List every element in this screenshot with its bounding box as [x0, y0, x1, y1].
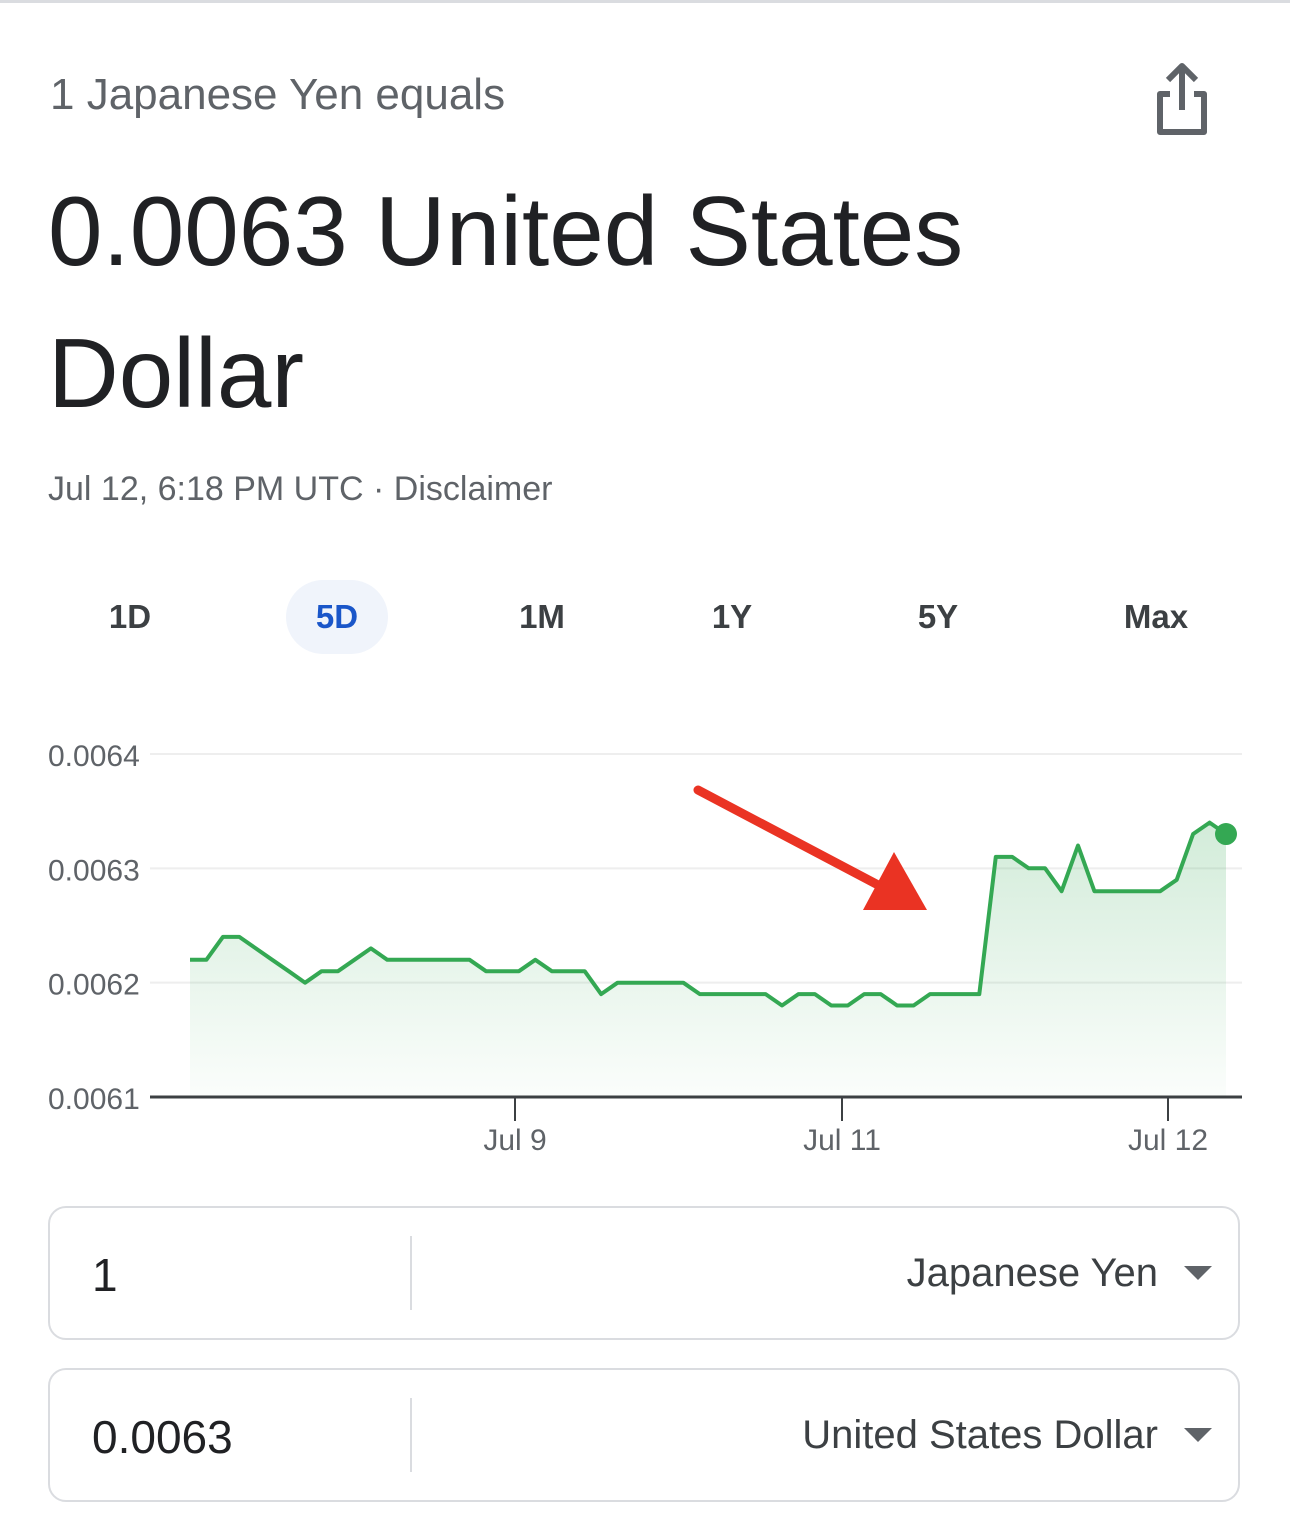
chevron-down-icon[interactable]: [1184, 1266, 1212, 1280]
range-tabs: 1D 5D 1M 1Y 5Y Max: [40, 580, 1250, 654]
to-currency-select[interactable]: United States Dollar: [802, 1370, 1158, 1500]
tab-5d[interactable]: 5D: [286, 580, 388, 654]
tab-1y[interactable]: 1Y: [672, 580, 792, 654]
x-tick-label: Jul 11: [803, 1124, 881, 1157]
x-tick-label: Jul 9: [483, 1124, 546, 1157]
y-tick-label: 0.0064: [48, 740, 140, 773]
converter-from-row: 1 Japanese Yen: [48, 1206, 1240, 1340]
current-value-dot: [1215, 823, 1237, 846]
top-divider: [0, 0, 1290, 3]
field-divider: [410, 1236, 412, 1310]
exchange-rate-chart[interactable]: 0.0064 0.0063 0.0062 0.0061 Jul 9 Jul 11 Jul 1…: [0, 720, 1290, 1180]
y-tick-label: 0.0062: [48, 969, 140, 1002]
to-amount-input[interactable]: 0.0063: [92, 1370, 233, 1500]
tab-1d[interactable]: 1D: [70, 580, 190, 654]
x-tick-label: Jul 12: [1128, 1124, 1208, 1157]
separator-dot: ·: [363, 470, 394, 508]
tab-5y[interactable]: 5Y: [878, 580, 998, 654]
conversion-result: 0.0063 United States Dollar: [48, 176, 964, 428]
share-icon: [1157, 63, 1207, 135]
from-currency-select[interactable]: Japanese Yen: [907, 1208, 1158, 1338]
annotation-arrow-shaft: [693, 785, 885, 891]
disclaimer-link[interactable]: Disclaimer: [394, 470, 553, 508]
timestamp-line: Jul 12, 6:18 PM UTC · Disclaimer: [48, 470, 552, 509]
converter-to-row: 0.0063 United States Dollar: [48, 1368, 1240, 1502]
chevron-down-icon[interactable]: [1184, 1428, 1212, 1442]
tab-1m[interactable]: 1M: [482, 580, 602, 654]
field-divider: [410, 1398, 412, 1472]
y-tick-label: 0.0063: [48, 854, 140, 887]
y-tick-label: 0.0061: [48, 1083, 140, 1116]
timestamp: Jul 12, 6:18 PM UTC: [48, 470, 364, 508]
tab-max[interactable]: Max: [1096, 580, 1216, 654]
share-button[interactable]: [1148, 58, 1216, 138]
from-amount-input[interactable]: 1: [92, 1208, 118, 1338]
conversion-subtitle: 1 Japanese Yen equals: [50, 70, 506, 119]
